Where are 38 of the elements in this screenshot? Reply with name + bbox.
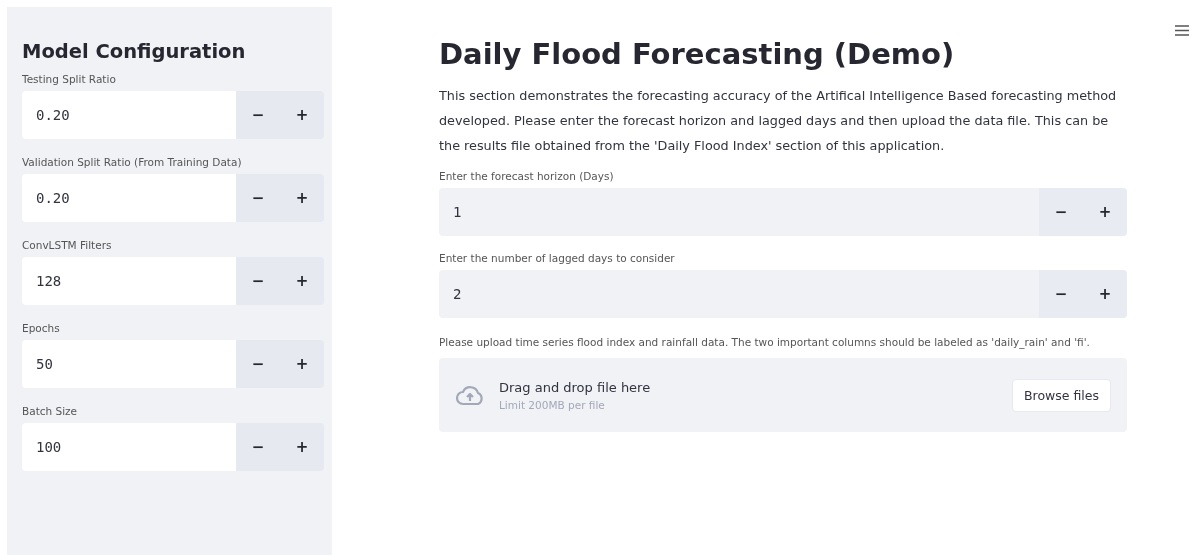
- file-dropzone[interactable]: Drag and drop file here Limit 200MB per file Browse files: [439, 358, 1127, 432]
- cloud-upload-icon: [455, 384, 485, 406]
- size-limit-text: Limit 200MB per file: [499, 398, 606, 411]
- dropzone-title: Drag and drop file here: [499, 379, 652, 395]
- increment-button[interactable]: +: [280, 91, 324, 139]
- number-field[interactable]: 0.20: [22, 174, 236, 222]
- number-field[interactable]: 0.20: [22, 91, 236, 139]
- number-field[interactable]: 50: [22, 340, 236, 388]
- field-label: Testing Split Ratio: [22, 73, 117, 85]
- field-label: Enter the number of lagged days to consider: [439, 252, 676, 264]
- decrement-button[interactable]: −: [236, 257, 280, 305]
- increment-button[interactable]: +: [280, 174, 324, 222]
- page-title: Daily Flood Forecasting (Demo): [439, 37, 956, 71]
- number-field[interactable]: 2: [439, 270, 1039, 318]
- increment-button[interactable]: +: [280, 423, 324, 471]
- decrement-button[interactable]: −: [1039, 270, 1083, 318]
- field-label: Batch Size: [22, 405, 79, 417]
- increment-button[interactable]: +: [1083, 188, 1127, 236]
- decrement-button[interactable]: −: [1039, 188, 1083, 236]
- decrement-button[interactable]: −: [236, 423, 280, 471]
- description-text: This section demonstrates the forecasting accuracy of the Artifical Intelligence Based forecasting method developed. Please enter the forecast horizon and lagged days and then upload the data file. This can be the results file obtained from the 'Daily Flood Index' section of this application.: [439, 87, 1118, 155]
- field-label: Validation Split Ratio (From Training Data): [22, 156, 243, 168]
- decrement-button[interactable]: −: [236, 340, 280, 388]
- number-field[interactable]: 100: [22, 423, 236, 471]
- decrement-button[interactable]: −: [236, 91, 280, 139]
- number-field[interactable]: 1: [439, 188, 1039, 236]
- field-label: Enter the forecast horizon (Days): [439, 170, 615, 182]
- field-label: Epochs: [22, 322, 61, 334]
- increment-button[interactable]: +: [280, 257, 324, 305]
- number-field[interactable]: 128: [22, 257, 236, 305]
- upload-label: Please upload time series flood index and rainfall data. The two important columns should be labeled as 'daily_rain' and 'fi'.: [439, 335, 1091, 351]
- field-label: ConvLSTM Filters: [22, 239, 113, 251]
- sidebar-title: Model Configuration: [22, 40, 247, 63]
- browse-files-button[interactable]: Browse files: [1011, 378, 1111, 412]
- increment-button[interactable]: +: [280, 340, 324, 388]
- menu-icon[interactable]: [1175, 25, 1189, 36]
- increment-button[interactable]: +: [1083, 270, 1127, 318]
- decrement-button[interactable]: −: [236, 174, 280, 222]
